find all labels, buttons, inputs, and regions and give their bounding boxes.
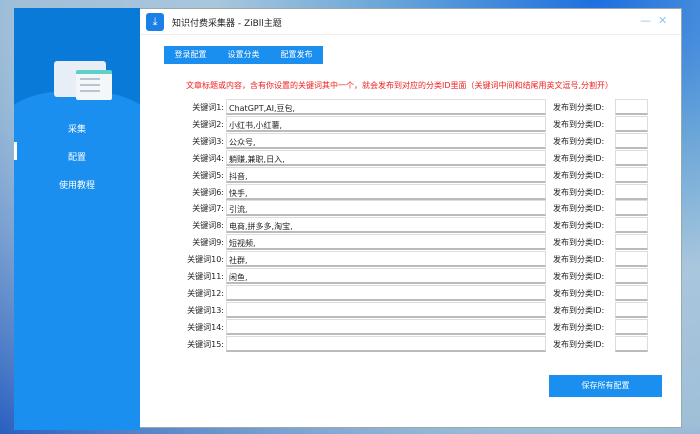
close-icon[interactable]: ✕ [658, 14, 667, 27]
keyword-label: 关键词8: [192, 221, 224, 231]
keyword-row: 关键词14: 发布到分类ID: [140, 318, 682, 335]
category-id-label: 发布到分类ID: [553, 255, 605, 265]
category-id-label: 发布到分类ID: [553, 272, 605, 281]
keyword-row: 关键词2: 小红书,小红薯, 发布到分类ID: [140, 115, 682, 132]
keyword-input[interactable]: 电商,拼多多,淘宝, [226, 217, 546, 234]
sidebar: 采集 配置 使用教程 [14, 8, 140, 430]
keyword-input[interactable]: 小红书,小红薯, [226, 115, 546, 132]
keyword-label: 关键词15: [187, 339, 224, 349]
keyword-label: 关键词6: [192, 187, 224, 197]
keyword-row: 关键词7: 引流, 发布到分类ID: [140, 200, 682, 217]
keyword-row: 关键词8: 电商,拼多多,淘宝, 发布到分类ID: [140, 217, 682, 234]
keyword-input[interactable] [226, 301, 546, 318]
keyword-input[interactable]: 闲鱼, [226, 268, 546, 284]
category-id-input[interactable] [615, 149, 648, 166]
category-id-input[interactable] [615, 234, 648, 251]
keyword-input[interactable]: 公众号, [226, 132, 546, 149]
tab-login-config[interactable]: 登录配置 [164, 46, 217, 64]
keyword-input[interactable]: ChatGPT,AI,豆包, [226, 99, 546, 115]
category-id-input[interactable] [615, 166, 648, 183]
keyword-input[interactable] [226, 335, 546, 352]
category-id-input[interactable] [615, 115, 648, 132]
keyword-label: 关键词10: [187, 255, 224, 265]
keyword-label: 关键词13: [187, 305, 224, 315]
hint-text: 文章标题或内容，含有你设置的关键词其中一个，就会发布到对应的分类ID里面（关键词… [186, 81, 614, 90]
category-id-label: 发布到分类ID: [553, 288, 605, 298]
keyword-input[interactable]: 抖音, [226, 166, 546, 183]
keyword-row: 关键词13: 发布到分类ID: [140, 301, 682, 318]
keyword-row: 关键词12: 发布到分类ID: [140, 284, 682, 301]
sidebar-banner [14, 8, 140, 113]
keyword-input[interactable]: 社群, [226, 251, 546, 268]
download-icon: ⤓ [146, 13, 164, 31]
keyword-input[interactable] [226, 318, 546, 335]
sidebar-item-tutorial[interactable]: 使用教程 [14, 178, 140, 191]
checklist-illustration [76, 70, 112, 100]
title-bar: ⤓ 知识付费采集器 - ZiBll主题 — ✕ [140, 9, 681, 35]
keyword-input[interactable]: 快手, [226, 183, 546, 200]
keyword-label: 关键词7: [192, 204, 224, 214]
tab-publish-config[interactable]: 配置发布 [270, 46, 323, 64]
keyword-row: 关键词9: 短视频, 发布到分类ID: [140, 234, 682, 251]
category-id-label: 发布到分类ID: [553, 221, 605, 231]
category-id-label: 发布到分类ID: [553, 238, 605, 248]
keyword-input[interactable]: 躺赚,兼职,日入, [226, 149, 546, 166]
sidebar-item-collect[interactable]: 采集 [14, 122, 140, 135]
category-id-label: 发布到分类ID: [553, 153, 605, 163]
keyword-label: 关键词12: [187, 288, 224, 298]
category-id-input[interactable] [615, 217, 648, 234]
keyword-row: 关键词6: 快手, 发布到分类ID: [140, 183, 682, 200]
category-id-label: 发布到分类ID: [553, 187, 605, 197]
keyword-input[interactable] [226, 284, 546, 301]
tab-bar: 登录配置 设置分类 配置发布 [164, 44, 323, 64]
keyword-input[interactable]: 短视频, [226, 234, 546, 251]
minimize-icon[interactable]: — [640, 14, 651, 27]
category-id-label: 发布到分类ID: [553, 322, 605, 332]
category-id-input[interactable] [615, 200, 648, 217]
tab-category-settings[interactable]: 设置分类 [217, 44, 270, 64]
category-id-input[interactable] [615, 251, 648, 268]
main-window: ⤓ 知识付费采集器 - ZiBll主题 — ✕ 登录配置 设置分类 配置发布 文… [140, 8, 682, 428]
category-id-input[interactable] [615, 318, 648, 335]
keyword-row: 关键词15: 发布到分类ID: [140, 335, 682, 352]
category-id-label: 发布到分类ID: [553, 339, 605, 349]
category-id-input[interactable] [615, 268, 648, 284]
keyword-row: 关键词4: 躺赚,兼职,日入, 发布到分类ID: [140, 149, 682, 166]
keyword-label: 关键词14: [187, 322, 224, 332]
category-id-input[interactable] [615, 132, 648, 149]
keyword-label: 关键词5: [192, 170, 224, 180]
category-id-label: 发布到分类ID: [553, 103, 605, 112]
sidebar-item-config[interactable]: 配置 [14, 150, 140, 163]
category-id-label: 发布到分类ID: [553, 204, 605, 214]
keyword-row: 关键词10: 社群, 发布到分类ID: [140, 251, 682, 268]
keyword-row: 关键词1: ChatGPT,AI,豆包, 发布到分类ID: [140, 99, 682, 115]
category-id-label: 发布到分类ID: [553, 119, 605, 129]
category-id-label: 发布到分类ID: [553, 136, 605, 146]
category-id-label: 发布到分类ID: [553, 305, 605, 315]
category-id-input[interactable] [615, 183, 648, 200]
keyword-label: 关键词2: [192, 119, 224, 129]
keyword-input[interactable]: 引流, [226, 200, 546, 217]
keyword-label: 关键词11: [187, 272, 224, 281]
category-id-input[interactable] [615, 99, 648, 115]
keyword-row: 关键词5: 抖音, 发布到分类ID: [140, 166, 682, 183]
category-id-input[interactable] [615, 301, 648, 318]
keyword-label: 关键词3: [192, 136, 224, 146]
category-id-input[interactable] [615, 284, 648, 301]
window-title: 知识付费采集器 - ZiBll主题 [172, 19, 282, 29]
keyword-row: 关键词3: 公众号, 发布到分类ID: [140, 132, 682, 149]
category-id-label: 发布到分类ID: [553, 170, 605, 180]
category-id-input[interactable] [615, 335, 648, 352]
keyword-label: 关键词9: [192, 238, 224, 248]
save-all-button[interactable]: 保存所有配置 [549, 375, 662, 397]
keyword-label: 关键词1: [192, 103, 224, 112]
keyword-row: 关键词11: 闲鱼, 发布到分类ID: [140, 268, 682, 284]
keyword-label: 关键词4: [192, 153, 224, 163]
